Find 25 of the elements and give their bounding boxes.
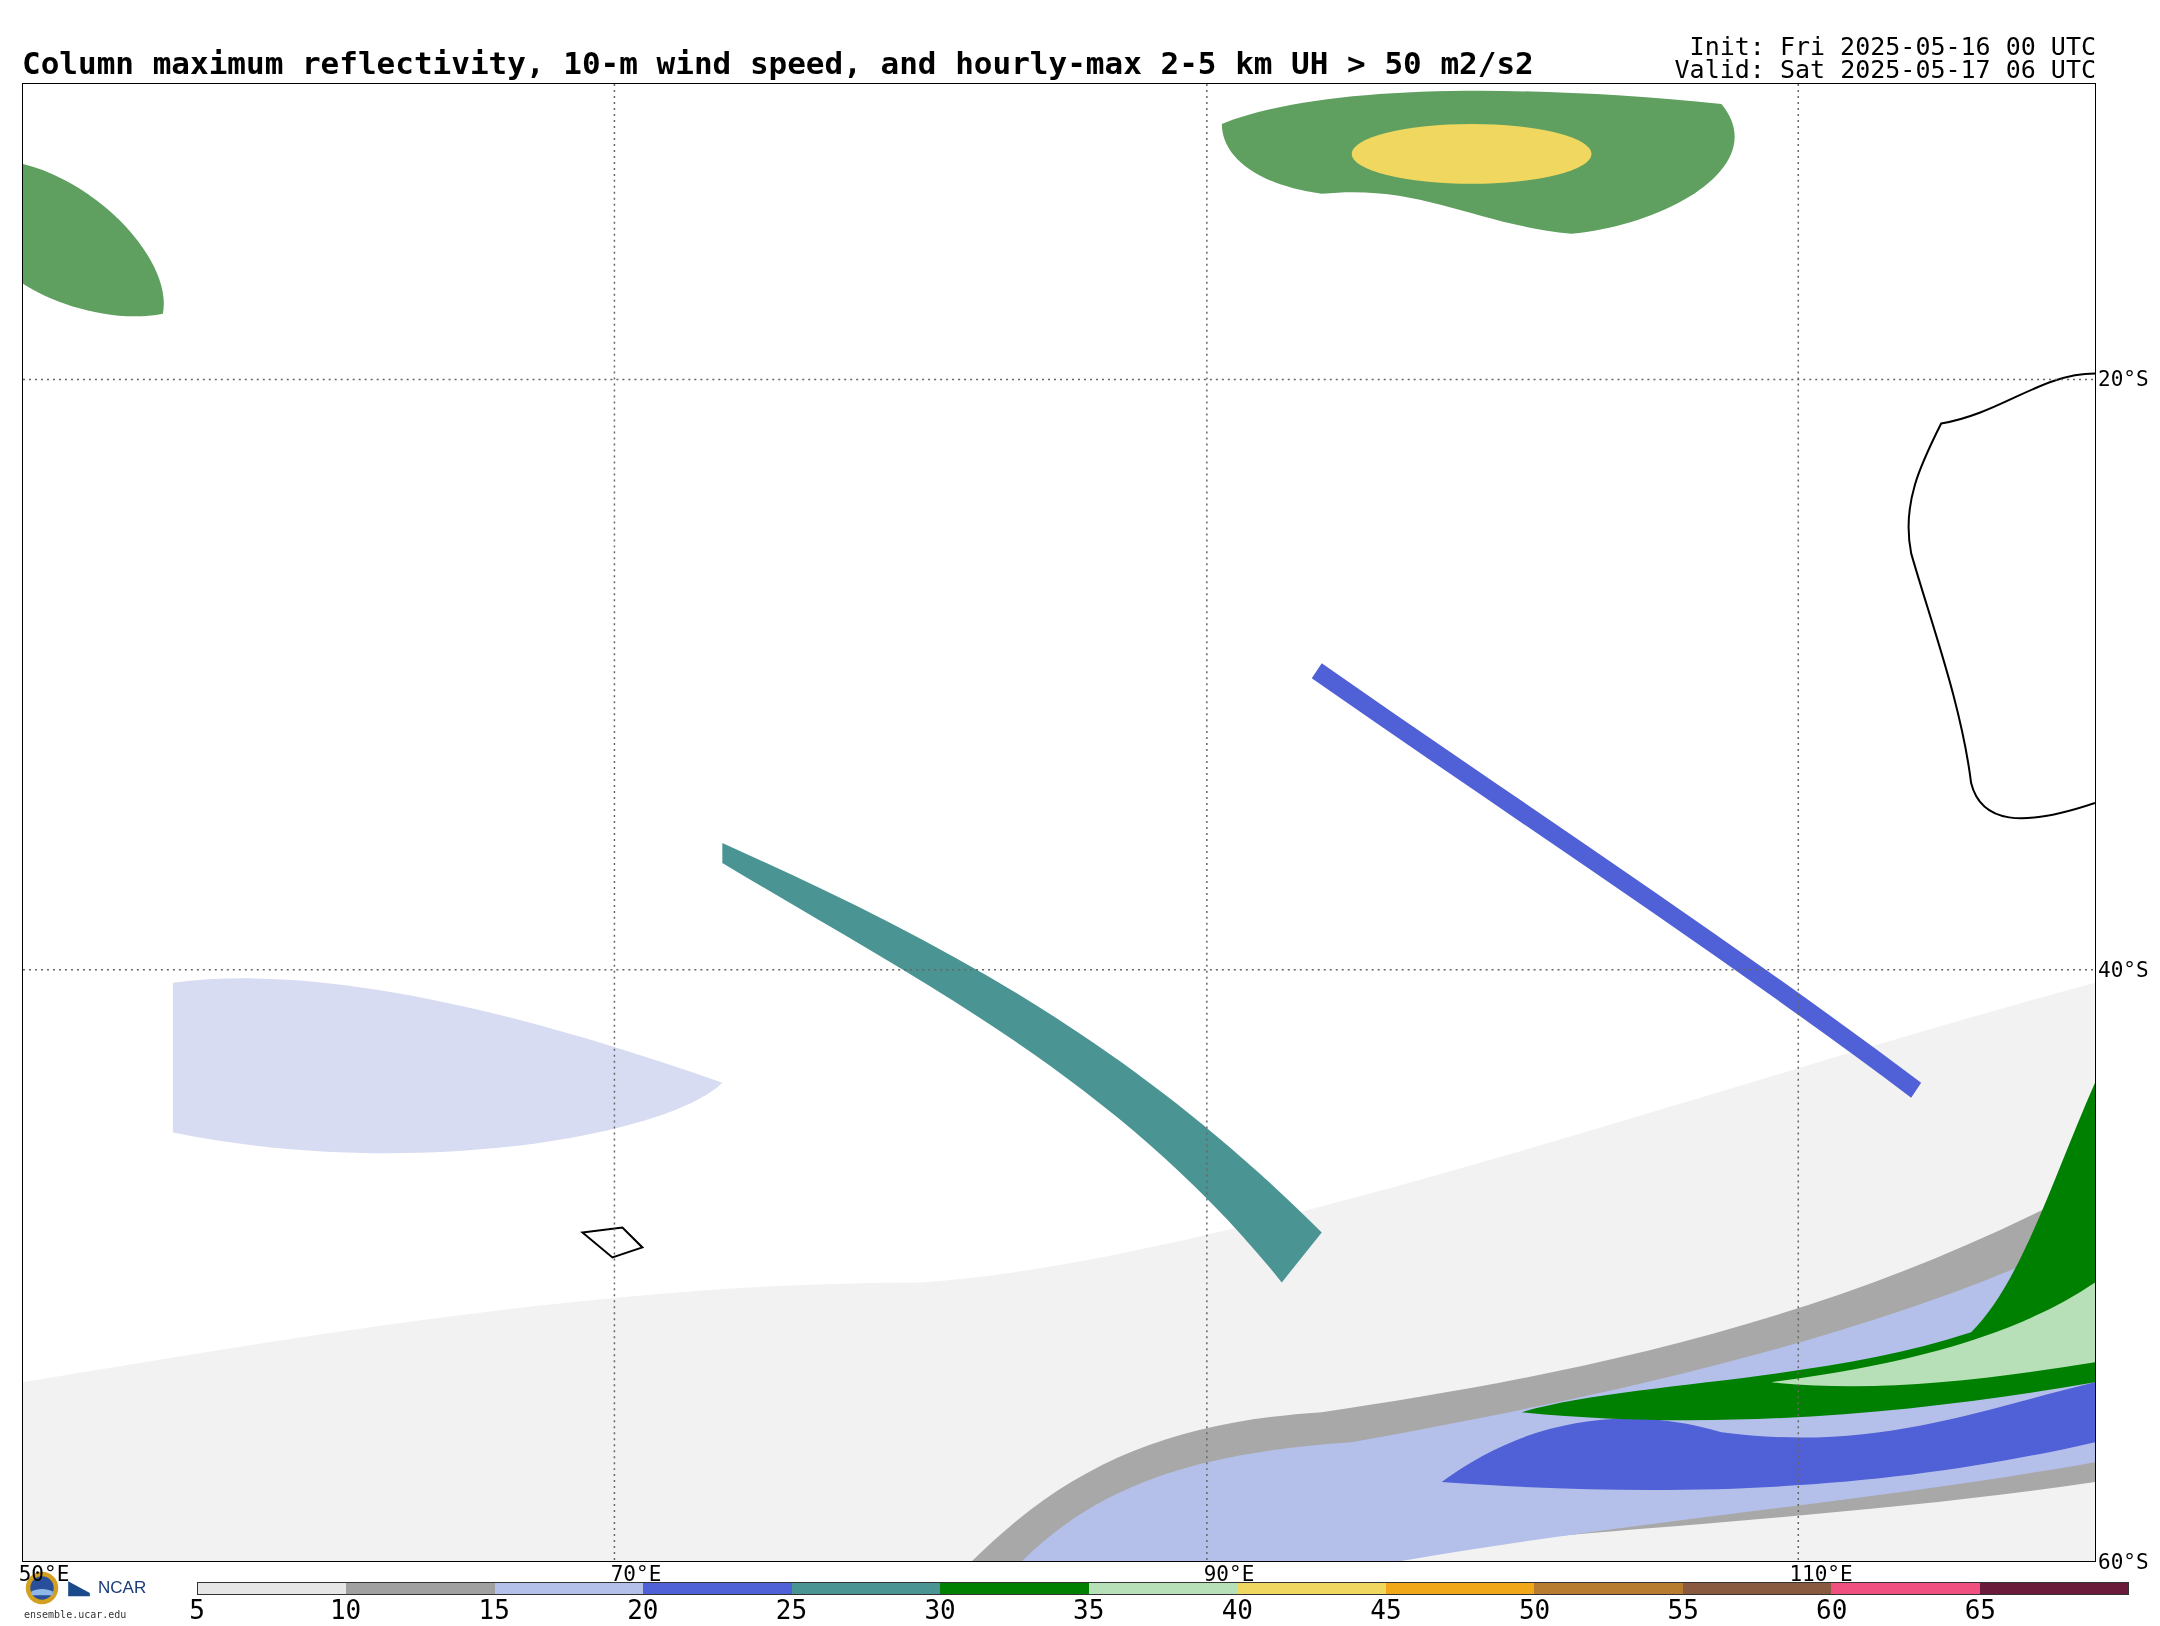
colorbar-label: 15 (478, 1595, 510, 1625)
colorbar-label: 25 (775, 1595, 808, 1625)
colorbar-label: 30 (924, 1595, 956, 1625)
colorbar-label: 50 (1518, 1595, 1551, 1625)
latitude-label: 20°S (2097, 368, 2149, 390)
colorbar-label: 55 (1667, 1595, 1699, 1625)
longitude-label: 90°E (1203, 1562, 1255, 1585)
valid-time: Valid: Sat 2025-05-17 06 UTC (1674, 58, 2096, 81)
chart-title: Column maximum reflectivity, 10-m wind speed, and hourly-max 2-5 km UH > 50 m2/s2 (22, 48, 1534, 83)
latitude-label: 60°S (2097, 1551, 2149, 1573)
colorbar-label: 40 (1221, 1595, 1253, 1625)
colorbar-label: 10 (329, 1595, 362, 1625)
longitude-label: 50°E (18, 1562, 70, 1585)
colorbar-label: 65 (1964, 1595, 1997, 1625)
init-time: Init: Fri 2025-05-16 00 UTC (1689, 35, 2096, 58)
website-text: ensemble.ucar.edu (24, 1609, 128, 1620)
longitude-label: 70°E (610, 1562, 662, 1585)
colorbar-label: 35 (1073, 1595, 1105, 1625)
colorbar-label: 45 (1370, 1595, 1402, 1625)
colorbar-label: 5 (189, 1595, 205, 1625)
colorbar-label: 20 (627, 1595, 659, 1625)
logo-text: NCAR (98, 1578, 147, 1598)
latitude-label: 40°S (2097, 959, 2149, 981)
colorbar-label: 60 (1816, 1595, 1848, 1625)
longitude-label: 110°E (1789, 1562, 1853, 1585)
